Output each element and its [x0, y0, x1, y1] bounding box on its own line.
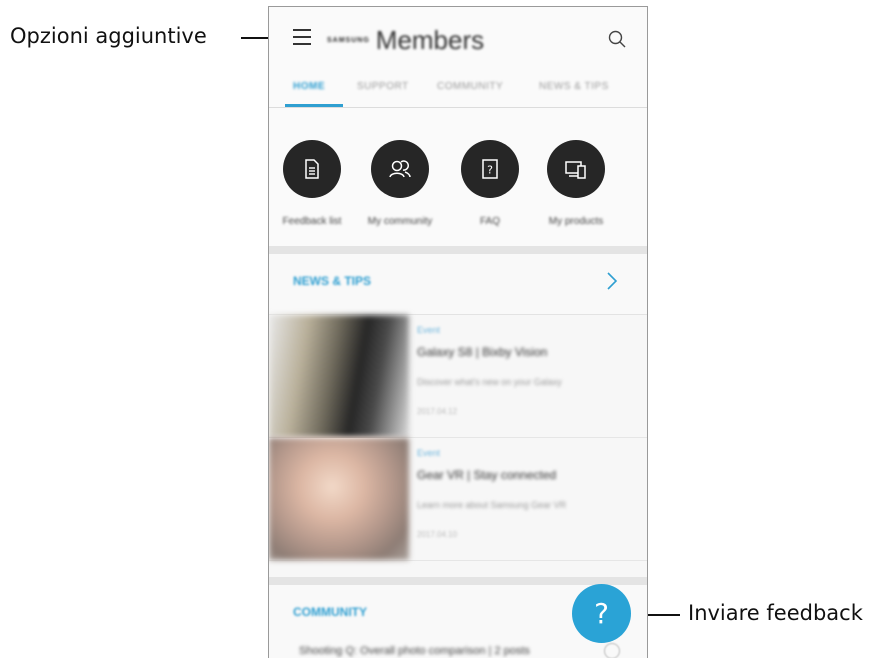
search-icon[interactable] — [607, 29, 627, 49]
section-divider — [269, 577, 647, 585]
article-description: Learn more about Samsung Gear VR — [417, 500, 567, 510]
news-article[interactable]: Event Galaxy S8 | Bixby Vision Discover … — [269, 315, 647, 438]
phone-screen: SAMSUNG Members HOME SUPPORT COMMUNITY N… — [268, 6, 648, 658]
callout-options-label: Opzioni aggiuntive — [10, 24, 207, 48]
shortcut-my-community[interactable]: My community — [355, 140, 445, 227]
news-article[interactable]: Event Gear VR | Stay connected Learn mor… — [269, 438, 647, 561]
callout-feedback-label: Inviare feedback — [688, 601, 863, 625]
post-status-icon — [604, 643, 620, 658]
svg-text:?: ? — [487, 164, 493, 177]
hamburger-menu-icon[interactable] — [293, 29, 311, 45]
people-icon — [371, 140, 429, 198]
tab-bar: HOME SUPPORT COMMUNITY NEWS & TIPS — [269, 71, 647, 108]
article-date: 2017.04.10 — [417, 530, 458, 539]
article-description: Discover what's new on your Galaxy — [417, 377, 562, 387]
article-headline: Gear VR | Stay connected — [417, 468, 557, 482]
tab-community[interactable]: COMMUNITY — [437, 81, 503, 92]
brand-title: Members — [375, 25, 485, 55]
chevron-right-icon[interactable] — [605, 270, 619, 292]
tab-home[interactable]: HOME — [293, 81, 325, 92]
section-divider — [269, 246, 647, 254]
community-post-item[interactable]: Shooting Q: Overall photo comparison | 2… — [299, 645, 530, 657]
shortcut-faq[interactable]: ? FAQ — [445, 140, 535, 227]
devices-icon — [547, 140, 605, 198]
news-section-title: NEWS & TIPS — [293, 274, 372, 288]
article-date: 2017.04.12 — [417, 407, 458, 416]
article-tag: Event — [417, 448, 441, 458]
shortcut-label: Feedback list — [282, 216, 342, 227]
send-feedback-button[interactable]: ? — [572, 584, 631, 643]
article-thumbnail — [269, 438, 409, 560]
app-bar: SAMSUNG Members — [269, 7, 647, 71]
active-tab-indicator — [285, 104, 343, 107]
shortcut-row: Feedback list My community ? FAQ My prod… — [269, 108, 647, 246]
question-mark-icon: ? — [594, 597, 609, 630]
faq-icon: ? — [461, 140, 519, 198]
tab-news-tips[interactable]: NEWS & TIPS — [539, 81, 609, 92]
article-thumbnail — [269, 315, 409, 437]
tab-support[interactable]: SUPPORT — [357, 81, 409, 92]
brand-small-text: SAMSUNG — [327, 37, 370, 44]
shortcut-label: My community — [367, 216, 433, 227]
community-section-title[interactable]: COMMUNITY — [293, 605, 367, 619]
news-section-header[interactable]: NEWS & TIPS — [269, 254, 647, 315]
article-headline: Galaxy S8 | Bixby Vision — [417, 345, 548, 359]
article-tag: Event — [417, 325, 441, 335]
app-logo: SAMSUNG Members — [327, 25, 484, 56]
shortcut-label: FAQ — [479, 216, 500, 227]
shortcut-my-products[interactable]: My products — [531, 140, 621, 227]
shortcut-label: My products — [548, 216, 604, 227]
shortcut-feedback-list[interactable]: Feedback list — [269, 140, 357, 227]
document-icon — [283, 140, 341, 198]
